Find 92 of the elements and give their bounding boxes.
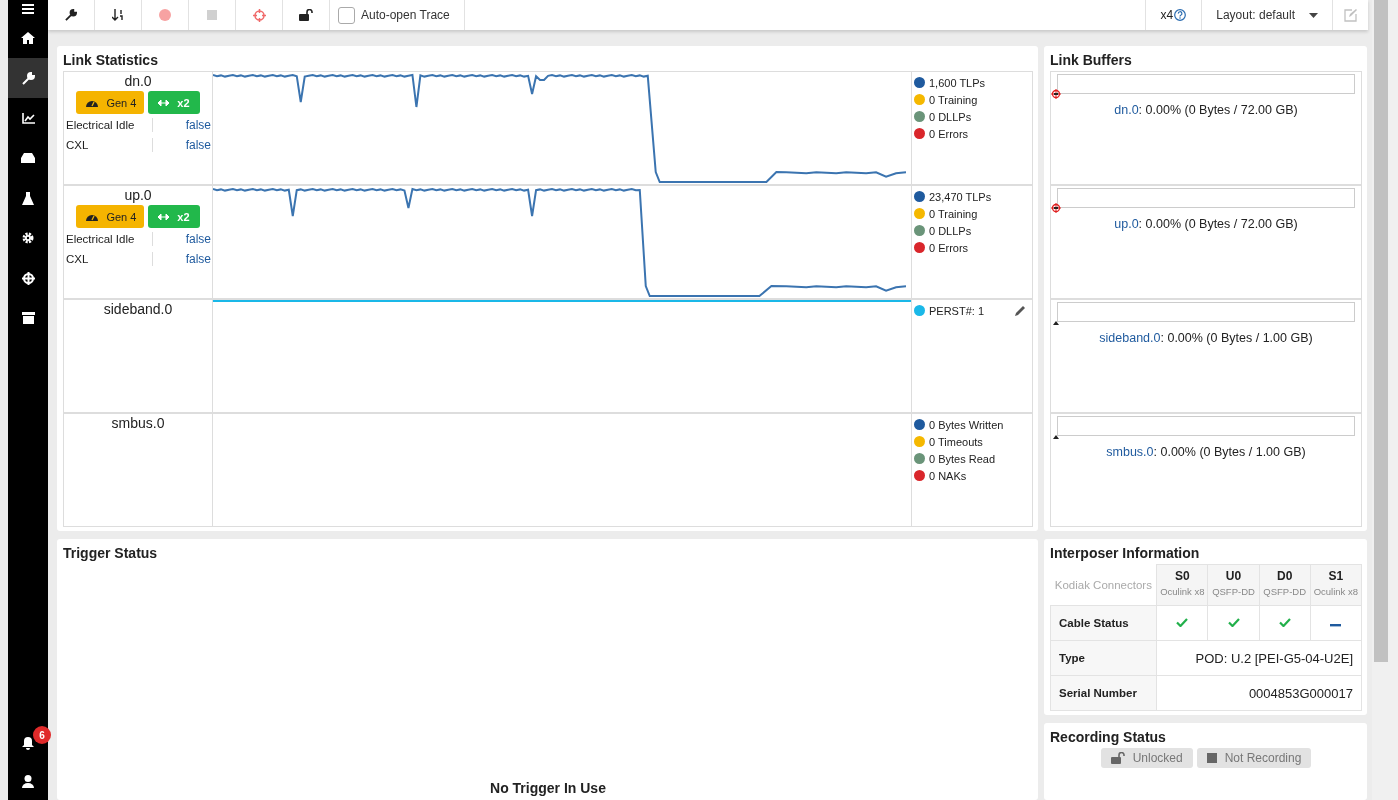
settings-icon	[22, 232, 34, 244]
sidebar-nav-item[interactable]	[8, 58, 48, 98]
buffer-usage-text: sideband.0: 0.00% (0 Bytes / 1.00 GB)	[1099, 331, 1313, 345]
link-name: smbus.0	[111, 415, 165, 431]
legend-label: 0 Training	[929, 93, 978, 106]
auto-open-trace-checkbox[interactable]: Auto-open Trace	[330, 0, 465, 30]
property-value: false	[184, 232, 211, 246]
trigger-message: No Trigger In Use	[489, 780, 607, 796]
archive-icon	[21, 312, 35, 324]
toolbar-button[interactable]	[283, 0, 330, 30]
home-icon	[21, 32, 35, 44]
caret-icon	[1309, 12, 1318, 18]
scrollbar[interactable]	[1372, 0, 1398, 800]
toolbar-button[interactable]	[48, 0, 95, 30]
connector-type: QSFP-DD	[1262, 585, 1307, 599]
notification-count-badge: 6	[33, 726, 51, 744]
legend-label: 0 Errors	[929, 127, 969, 140]
bell-icon	[22, 736, 34, 750]
toolbar-button[interactable]	[95, 0, 142, 30]
legend-label: 1,600 TLPs	[929, 76, 986, 89]
link-name-link[interactable]: sideband.0	[1099, 331, 1161, 345]
help-icon[interactable]	[1174, 9, 1187, 21]
property-label: Electrical Idle	[66, 118, 153, 132]
legend-label: 0 Timeouts	[929, 435, 983, 448]
panel-title: Trigger Status	[63, 545, 159, 561]
double-arrow-icon	[158, 213, 170, 220]
drive-icon	[21, 153, 35, 163]
table-cell: POD: U.2 [PEI-G5-04-U2E]	[1156, 640, 1362, 676]
legend-label: 0 DLLPs	[929, 224, 972, 237]
property-label: Electrical Idle	[66, 232, 153, 246]
panel-title: Link Statistics	[63, 52, 159, 68]
panel-title: Link Buffers	[1050, 52, 1133, 68]
legend-label: PERST#: 1	[929, 304, 985, 317]
legend-label: 0 Bytes Read	[929, 452, 996, 465]
scale-label: x4	[1160, 8, 1174, 22]
table-header: Kodiak Connectors	[1050, 564, 1157, 606]
property-value: false	[184, 118, 211, 132]
property-value: false	[184, 138, 211, 152]
property-label: CXL	[66, 138, 153, 152]
panel-title: Recording Status	[1050, 729, 1167, 745]
link-name: up.0	[124, 187, 152, 203]
stop-icon	[207, 10, 217, 20]
link-speed-badge: Gen 4	[76, 91, 145, 114]
layout-dropdown[interactable]: Layout: default	[1201, 0, 1332, 30]
crosshair-icon	[21, 271, 35, 285]
panel-title: Interposer Information	[1050, 545, 1201, 561]
legend-label: 23,470 TLPs	[929, 190, 992, 203]
stop-icon	[1206, 753, 1217, 763]
sort-icon	[112, 9, 124, 21]
user-icon	[22, 774, 34, 788]
unlocked-padlock-icon	[299, 9, 313, 21]
notifications-button[interactable]: 6	[8, 724, 48, 762]
legend-label: 0 Training	[929, 207, 978, 220]
pencil-icon[interactable]	[1015, 305, 1026, 316]
property-value: false	[184, 252, 211, 266]
legend-label: 0 DLLPs	[929, 110, 972, 123]
menu-icon	[22, 4, 34, 14]
link-width-badge: x2	[148, 91, 200, 114]
connector-id: S0	[1174, 569, 1191, 583]
row-label: Serial Number	[1050, 675, 1157, 711]
buffer-usage-text: dn.0: 0.00% (0 Bytes / 72.00 GB)	[1114, 103, 1298, 117]
unlocked-padlock-icon	[1110, 752, 1125, 764]
link-name: sideband.0	[103, 301, 173, 317]
row-label: Cable Status	[1050, 605, 1157, 641]
double-arrow-icon	[158, 99, 170, 106]
buffer-usage-text: up.0: 0.00% (0 Bytes / 72.00 GB)	[1114, 217, 1298, 231]
link-name-link[interactable]: dn.0	[1114, 103, 1139, 117]
wrench-icon	[65, 9, 77, 21]
connector-type: Oculink x8	[1312, 585, 1359, 599]
flask-icon	[22, 191, 34, 205]
connector-id: S1	[1327, 569, 1345, 583]
legend-label: 0 NAKs	[929, 469, 967, 482]
link-speed-badge: Gen 4	[76, 205, 145, 228]
link-name-link[interactable]: smbus.0	[1106, 445, 1154, 459]
edit-icon	[1344, 8, 1357, 22]
legend-label: 0 Errors	[929, 241, 969, 254]
crosshair-icon	[252, 8, 266, 22]
link-name: dn.0	[124, 73, 152, 89]
connector-type: Oculink x8	[1159, 585, 1206, 599]
buffer-usage-text: smbus.0: 0.00% (0 Bytes / 1.00 GB)	[1106, 445, 1306, 459]
connector-id: D0	[1275, 569, 1294, 583]
property-label: CXL	[66, 252, 153, 266]
connector-type: QSFP-DD	[1211, 585, 1256, 599]
record-icon	[159, 9, 171, 21]
connector-id: U0	[1224, 569, 1243, 583]
row-label: Type	[1050, 640, 1157, 676]
legend-label: 0 Bytes Written	[929, 418, 1004, 431]
link-name-link[interactable]: up.0	[1114, 217, 1139, 231]
link-width-badge: x2	[148, 205, 200, 228]
line-chart-icon	[21, 112, 35, 124]
wrench-icon	[21, 71, 35, 85]
table-cell: 0004853G000017	[1156, 675, 1362, 711]
